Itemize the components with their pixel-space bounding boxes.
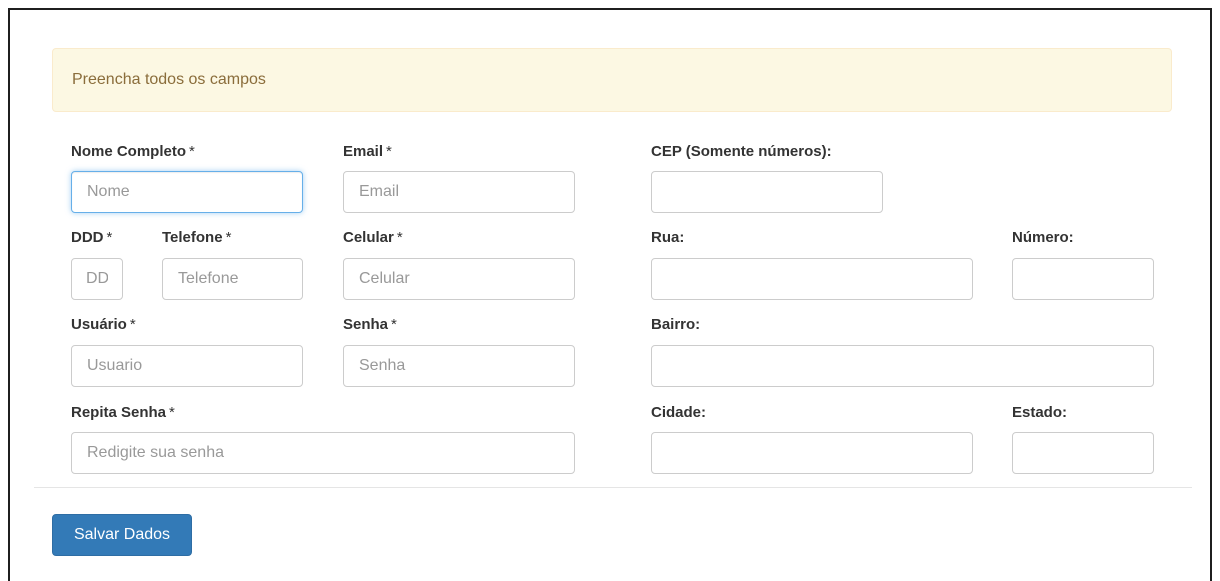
telefone-label: Telefone *	[162, 229, 232, 246]
email-label: Email *	[343, 143, 392, 160]
celular-label: Celular *	[343, 229, 403, 246]
repita-senha-input[interactable]	[71, 432, 575, 474]
cep-label: CEP (Somente números):	[651, 143, 832, 160]
form-divider	[34, 487, 1192, 488]
ddd-label: DDD *	[71, 229, 113, 246]
repita-senha-required-mark: *	[169, 404, 175, 421]
senha-required-mark: *	[391, 316, 397, 333]
estado-input[interactable]	[1012, 432, 1154, 474]
ddd-input[interactable]	[71, 258, 123, 300]
salvar-dados-button[interactable]: Salvar Dados	[52, 514, 192, 556]
telefone-required-mark: *	[225, 229, 232, 246]
bairro-input[interactable]	[651, 345, 1154, 387]
warning-alert: Preencha todos os campos	[52, 48, 1172, 112]
alert-message: Preencha todos os campos	[72, 71, 266, 88]
numero-input[interactable]	[1012, 258, 1154, 300]
senha-label: Senha *	[343, 316, 397, 333]
estado-label: Estado:	[1012, 404, 1068, 421]
celular-required-mark: *	[396, 229, 403, 246]
numero-label: Número:	[1012, 229, 1074, 246]
senha-input[interactable]	[343, 345, 575, 387]
nome-input[interactable]	[71, 171, 303, 213]
rua-input[interactable]	[651, 258, 973, 300]
repita-senha-label: Repita Senha *	[71, 404, 175, 421]
cidade-label: Cidade:	[651, 404, 707, 421]
rua-label: Rua:	[651, 229, 685, 246]
nome-required-mark: *	[189, 143, 195, 160]
telefone-input[interactable]	[162, 258, 303, 300]
nome-label: Nome Completo *	[71, 143, 195, 160]
usuario-label: Usuário *	[71, 316, 136, 333]
email-input[interactable]	[343, 171, 575, 213]
celular-input[interactable]	[343, 258, 575, 300]
cep-input[interactable]	[651, 171, 883, 213]
usuario-input[interactable]	[71, 345, 303, 387]
cidade-input[interactable]	[651, 432, 973, 474]
ddd-required-mark: *	[106, 229, 113, 246]
email-required-mark: *	[386, 143, 392, 160]
bairro-label: Bairro:	[651, 316, 701, 333]
usuario-required-mark: *	[129, 316, 136, 333]
